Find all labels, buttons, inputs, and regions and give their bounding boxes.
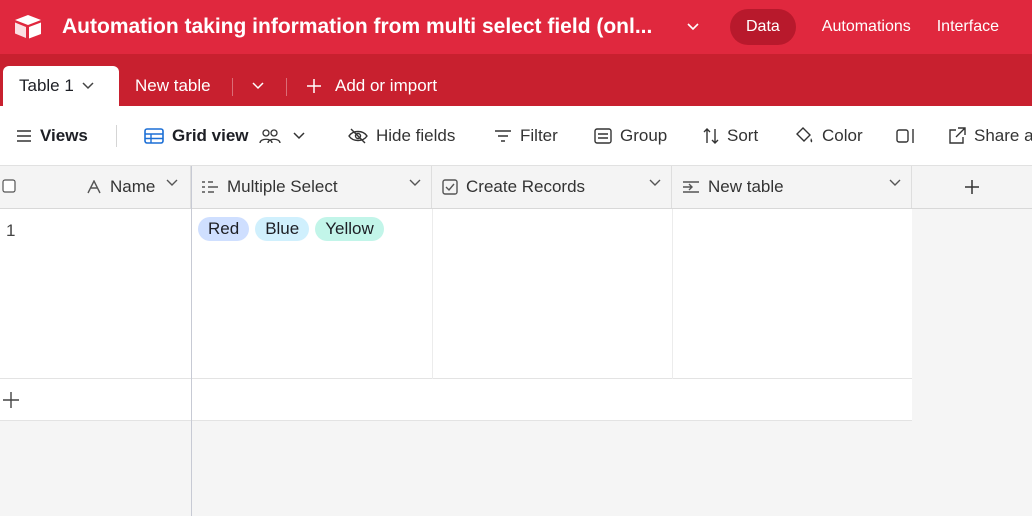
grid-icon (144, 128, 164, 144)
nav-interfaces-tab[interactable]: Interface (937, 18, 999, 36)
chevron-down-icon (293, 132, 305, 140)
share-button[interactable]: Share a (948, 106, 1032, 166)
tab-new-table[interactable]: New table (135, 66, 211, 106)
grid-view-button[interactable]: Grid view (144, 106, 313, 166)
chevron-down-icon[interactable] (649, 179, 661, 187)
color-label: Color (822, 126, 863, 145)
tab-divider (232, 78, 233, 96)
column-header-multiple-select[interactable]: Multiple Select (191, 166, 432, 208)
header-row: Name Multiple Select Create Records New … (0, 166, 912, 209)
grid-view-label: Grid view (172, 126, 249, 145)
column-label: Name (110, 177, 156, 196)
nav-data-tab[interactable]: Data (730, 9, 796, 45)
group-icon (594, 128, 612, 144)
select-chip: Blue (255, 217, 310, 241)
hide-fields-label: Hide fields (376, 126, 456, 145)
select-chip: Yellow (315, 217, 384, 241)
airtable-logo-icon[interactable] (10, 0, 46, 54)
filter-button[interactable]: Filter (494, 106, 558, 166)
checkbox-field-icon (442, 179, 458, 195)
text-field-icon (87, 180, 101, 194)
row-height-button[interactable] (896, 106, 924, 166)
base-title[interactable]: Automation taking information from multi… (62, 15, 670, 39)
add-record-button[interactable] (0, 379, 912, 421)
nav-automations-tab[interactable]: Automations (822, 18, 911, 36)
filter-icon (495, 130, 511, 142)
table-row[interactable]: 1 Red Blue Yellow (0, 209, 912, 379)
collaborators-icon (258, 129, 281, 144)
add-field-button[interactable] (912, 166, 1032, 209)
chevron-down-icon[interactable] (166, 179, 178, 187)
eye-slash-icon (348, 128, 368, 144)
menu-icon (17, 130, 31, 142)
group-label: Group (620, 126, 668, 145)
row-number: 1 (6, 221, 16, 240)
multiselect-field-icon (202, 181, 218, 193)
filter-label: Filter (520, 126, 558, 145)
table-tab-bar: Table 1 New table Add or import (0, 54, 1032, 106)
cell-divider (432, 209, 433, 379)
all-tables-chevron-icon[interactable] (252, 66, 264, 106)
sort-label: Sort (727, 126, 759, 145)
plus-icon (307, 79, 321, 93)
select-chip: Red (198, 217, 250, 241)
tab-label: Table 1 (19, 76, 74, 95)
link-field-icon (683, 181, 699, 193)
column-header-name[interactable]: Name (0, 166, 191, 208)
frozen-column-divider (191, 166, 192, 516)
row-height-icon (896, 129, 914, 143)
toolbar-divider (116, 125, 117, 147)
tab-divider (286, 78, 287, 96)
views-label: Views (40, 126, 88, 145)
cell-divider (672, 209, 673, 379)
share-label: Share a (974, 126, 1032, 145)
column-label: Create Records (466, 177, 586, 196)
column-label: Multiple Select (227, 177, 338, 196)
chevron-down-icon[interactable] (409, 179, 421, 187)
views-button[interactable]: Views (16, 106, 88, 166)
multiple-select-cell[interactable]: Red Blue Yellow (198, 217, 384, 241)
share-icon (949, 127, 966, 144)
column-header-new-table[interactable]: New table (672, 166, 912, 208)
chevron-down-icon[interactable] (684, 18, 702, 36)
plus-icon (965, 180, 979, 194)
color-button[interactable]: Color (794, 106, 863, 166)
select-all-checkbox[interactable] (2, 179, 16, 193)
sort-button[interactable]: Sort (703, 106, 758, 166)
chevron-down-icon[interactable] (82, 82, 94, 90)
view-toolbar: Views Grid view Hide fields Filter Group… (0, 106, 1032, 166)
plus-icon (3, 391, 19, 408)
tab-table-1[interactable]: Table 1 (3, 66, 119, 106)
column-label: New table (708, 177, 784, 196)
top-bar: Automation taking information from multi… (0, 0, 1032, 54)
add-or-import-button[interactable]: Add or import (306, 66, 437, 106)
group-button[interactable]: Group (594, 106, 667, 166)
column-header-create-records[interactable]: Create Records (432, 166, 672, 208)
add-or-import-label: Add or import (335, 76, 438, 95)
chevron-down-icon[interactable] (889, 179, 901, 187)
hide-fields-button[interactable]: Hide fields (348, 106, 455, 166)
paint-bucket-icon (796, 127, 813, 143)
sort-icon (703, 128, 719, 144)
records-grid: Name Multiple Select Create Records New … (0, 166, 1032, 516)
